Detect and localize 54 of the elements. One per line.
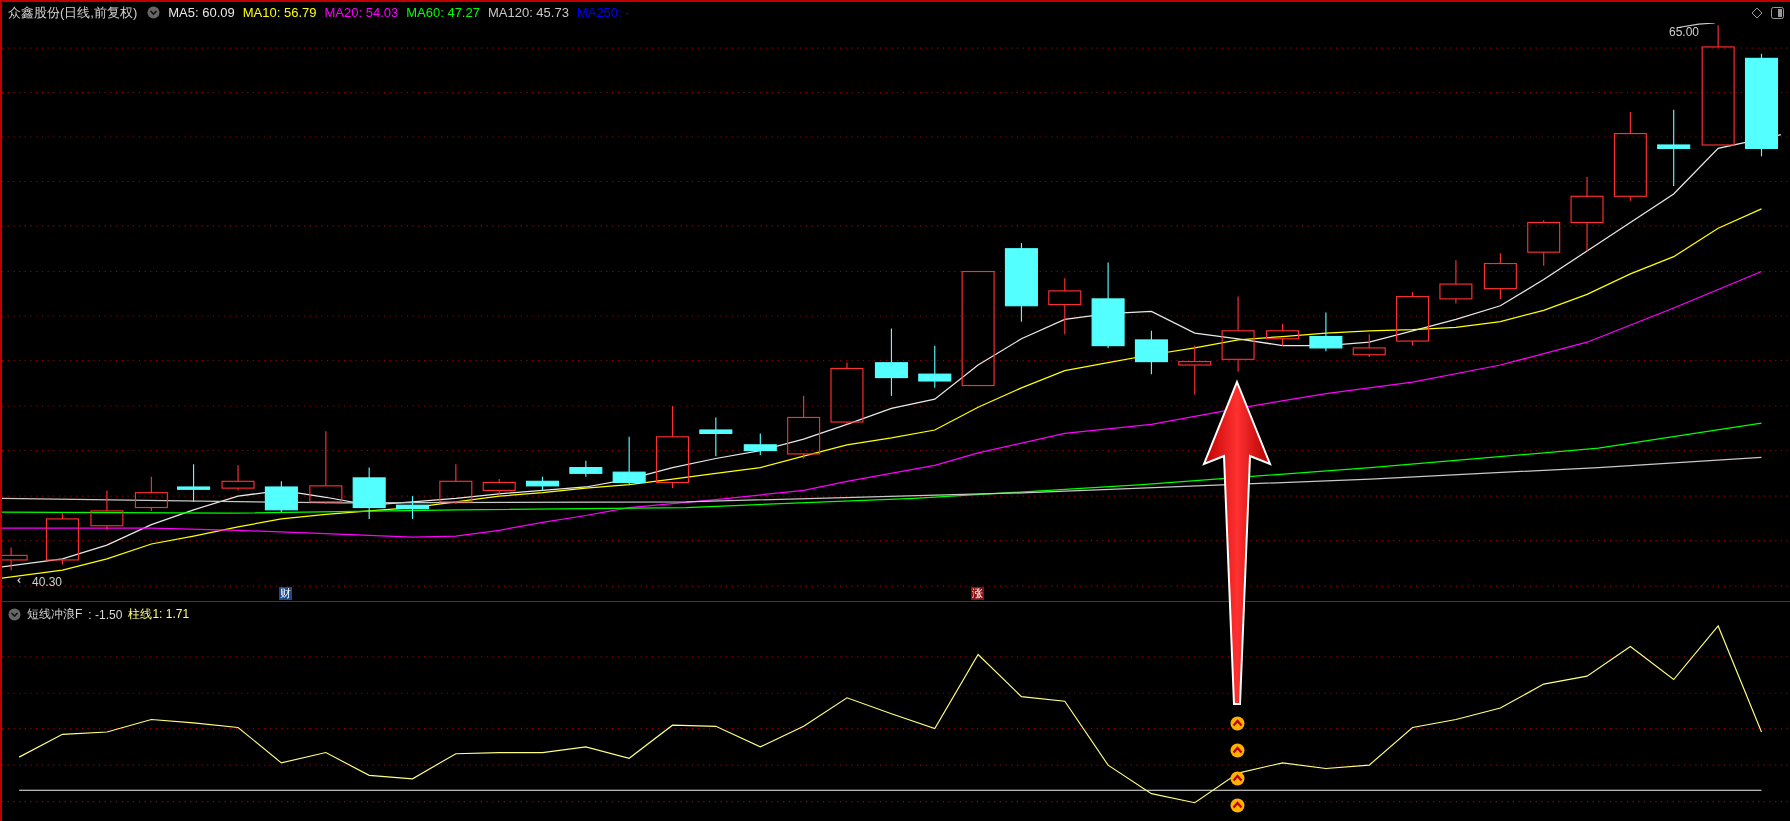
candlestick [1527,219,1561,267]
candlestick [830,362,864,425]
leader-line [17,577,21,584]
candlestick [1439,259,1473,304]
ma-legend: MA20: 54.03 [324,5,399,20]
candlestick [1352,333,1386,358]
signal-icon [1230,743,1245,758]
event-marker[interactable]: 涨 [971,587,984,600]
diamond-icon[interactable] [1751,6,1763,19]
candlestick [45,512,79,566]
candlestick [612,436,646,486]
candlestick [874,327,908,397]
dropdown-icon[interactable] [8,608,21,621]
panel-toggle-icon[interactable] [1771,6,1784,19]
ma-legend: MA120: 45.73 [487,5,569,20]
stock-title: 众鑫股份(日线,前复权) [8,3,138,22]
candlestick [1178,345,1212,396]
candlestick [439,463,473,505]
bar-value: 柱线1: 1.71 [128,606,190,623]
candlestick [1483,252,1517,300]
ma-legend: MA60: 47.27 [406,5,480,20]
dropdown-icon[interactable] [147,6,161,19]
candlestick [699,416,733,457]
candlestick [177,463,211,503]
low-price-label: 40.30 [32,575,63,589]
candlestick [1134,330,1168,375]
signal-icon [1230,716,1245,731]
candlestick [1266,323,1300,347]
candlestick [352,467,386,520]
candlestick [2,546,28,571]
candlestick [264,480,298,513]
candlestick [1048,277,1082,335]
signal-icon [1230,771,1245,786]
candlestick [743,432,777,456]
signal-icon [1230,798,1245,813]
candlestick [396,495,430,520]
candlestick [787,395,821,460]
candlestick [1309,312,1343,352]
candlestick [918,345,952,389]
candlestick [525,476,560,491]
indicator-value: : -1.50 [88,607,123,622]
ma-legend: MA10: 56.79 [242,5,317,20]
ma-legend: MA5: 60.09 [168,5,235,20]
candlestick [134,476,168,512]
high-price-label: 65.00 [1669,25,1700,39]
candlestick [482,478,516,497]
event-marker[interactable]: 财 [279,587,292,600]
ma-legend: MA250: - [576,5,630,20]
candlestick [221,464,255,491]
indicator-name: 短线冲浪F [27,606,83,623]
candlestick [569,460,603,478]
candlestick [1396,291,1430,347]
candlestick [90,489,124,531]
up-arrow-icon [1202,382,1272,704]
